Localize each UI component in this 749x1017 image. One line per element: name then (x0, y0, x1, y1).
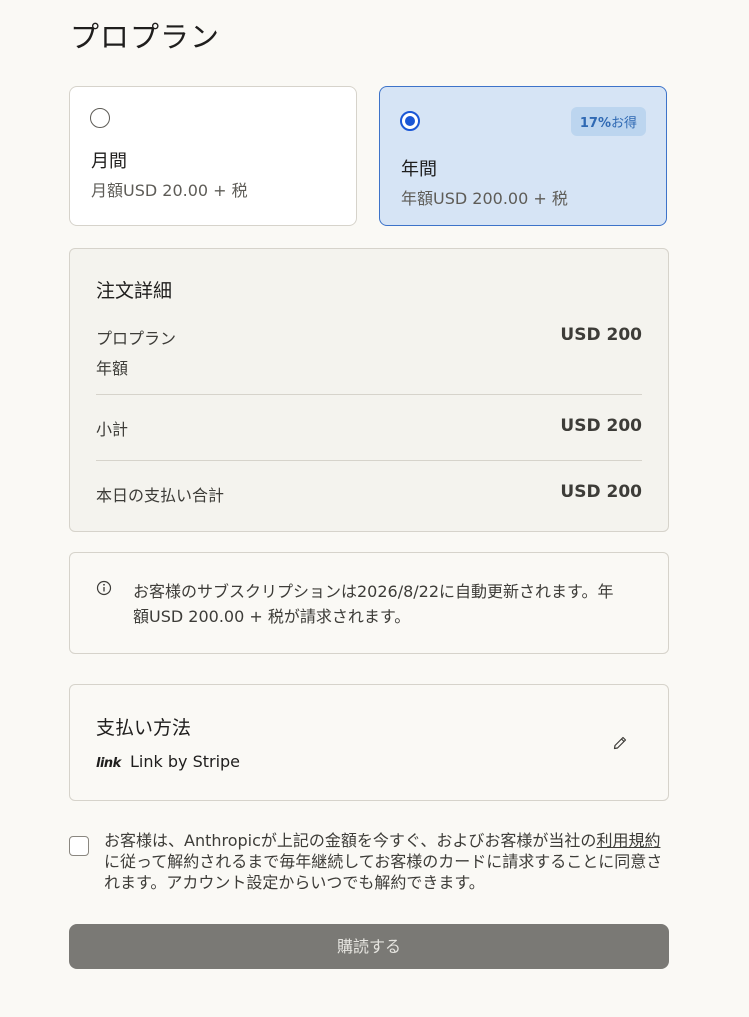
consent-text: お客様は、Anthropicが上記の金額を今すぐ、およびお客様が当社の利用規約に… (104, 830, 674, 893)
subtotal-label: 小計 (96, 420, 129, 439)
page-title: プロプラン (70, 20, 221, 54)
total-label: 本日の支払い合計 (96, 486, 225, 505)
plan-option-monthly[interactable]: 月間 月額USD 20.00 + 税 (69, 86, 357, 226)
monthly-plan-name: 月間 (91, 151, 127, 172)
renewal-notice-text: お客様のサブスクリプションは2026/8/22に自動更新されます。年額USD 2… (133, 582, 614, 626)
payment-title: 支払い方法 (96, 717, 192, 739)
info-icon (96, 580, 112, 596)
yearly-plan-price: 年額USD 200.00 + 税 (401, 189, 568, 208)
divider (96, 460, 642, 461)
order-row-subtotal: 小計 USD 200 (96, 416, 642, 440)
order-details: 注文詳細 プロプラン 年額 USD 200 小計 USD 200 本日の支払い合… (69, 248, 669, 532)
payment-method: 支払い方法 link Link by Stripe (69, 684, 669, 801)
order-row-plan: プロプラン 年額 USD 200 (96, 325, 642, 379)
link-logo: link (96, 756, 121, 771)
yearly-radio[interactable] (400, 111, 420, 131)
payment-method-name: Link by Stripe (130, 752, 241, 771)
consent-checkbox[interactable] (69, 836, 89, 856)
order-title: 注文詳細 (96, 280, 173, 302)
terms-link[interactable]: 利用規約 (596, 831, 660, 850)
consent-text-after: に従って解約されるまで毎年継続してお客様のカードに請求することに同意されます。ア… (104, 852, 663, 892)
total-amount: USD 200 (560, 482, 642, 502)
divider (96, 394, 642, 395)
pencil-icon[interactable] (612, 735, 628, 751)
order-plan-label: プロプラン (96, 329, 177, 348)
order-plan-billing: 年額 (96, 359, 129, 378)
discount-percent: 17% (579, 116, 611, 131)
consent-text-before: お客様は、Anthropicが上記の金額を今すぐ、およびお客様が当社の (104, 831, 597, 850)
yearly-plan-name: 年間 (401, 159, 437, 180)
subscribe-button[interactable]: 購読する (69, 924, 669, 969)
subtotal-amount: USD 200 (560, 416, 642, 436)
plan-option-yearly[interactable]: 17%お得 年間 年額USD 200.00 + 税 (379, 86, 667, 226)
order-row-total: 本日の支払い合計 USD 200 (96, 482, 642, 506)
order-plan-amount: USD 200 (560, 325, 642, 345)
discount-badge: 17%お得 (570, 107, 646, 136)
monthly-radio[interactable] (90, 108, 110, 128)
discount-suffix: お得 (610, 116, 637, 131)
monthly-plan-price: 月額USD 20.00 + 税 (91, 181, 248, 200)
renewal-notice: お客様のサブスクリプションは2026/8/22に自動更新されます。年額USD 2… (69, 552, 669, 654)
